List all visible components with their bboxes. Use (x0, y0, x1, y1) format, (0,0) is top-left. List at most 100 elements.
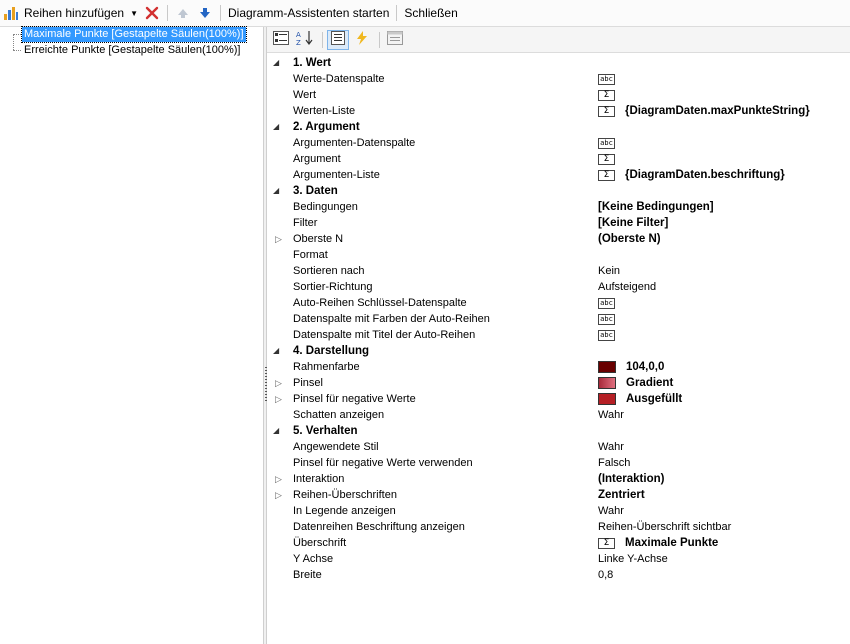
property-value[interactable]: abc (598, 295, 625, 311)
events-view-button[interactable] (351, 30, 373, 50)
property-value[interactable]: Wahr (598, 439, 624, 455)
sigma-expression-icon[interactable]: Σ (598, 169, 615, 181)
abc-column-icon[interactable]: abc (598, 137, 615, 149)
property-row-pinsel-fur-negative-werte[interactable]: ▷ Pinsel für negative Werte Ausgefüllt (267, 391, 850, 407)
property-value[interactable]: Σ {DiagramDaten.beschriftung} (598, 167, 785, 183)
add-series-dropdown[interactable]: ▼ (127, 3, 141, 23)
category-3-daten[interactable]: ◢ 3. Daten (267, 183, 850, 199)
sigma-expression-icon[interactable]: Σ (598, 153, 615, 165)
property-value[interactable]: Wahr (598, 503, 624, 519)
property-row-argumenten-liste[interactable]: Argumenten-Liste Σ {DiagramDaten.beschrift… (267, 167, 850, 183)
property-value[interactable]: (Interaktion) (598, 471, 664, 487)
expand-arrow-icon[interactable]: ▷ (275, 231, 282, 247)
start-wizard-button[interactable]: Diagramm-Assistenten starten (225, 3, 392, 23)
property-row-uberschrift[interactable]: Überschrift Σ Maximale Punkte (267, 535, 850, 551)
expand-arrow-icon[interactable]: ▷ (275, 391, 282, 407)
abc-column-icon[interactable]: abc (598, 297, 615, 309)
move-down-button[interactable] (194, 3, 216, 23)
property-value-text: Wahr (598, 505, 624, 517)
property-value[interactable]: Zentriert (598, 487, 645, 503)
property-row-schatten-anzeigen[interactable]: Schatten anzeigen Wahr (267, 407, 850, 423)
property-row-wert[interactable]: Wert Σ (267, 87, 850, 103)
toolbar-separator (396, 5, 398, 21)
property-value[interactable]: Kein (598, 263, 620, 279)
property-row-interaktion[interactable]: ▷ Interaktion (Interaktion) (267, 471, 850, 487)
property-row-filter[interactable]: Filter [Keine Filter] (267, 215, 850, 231)
add-series-button[interactable]: Reihen hinzufügen (0, 3, 127, 23)
property-row-datenspalte-mit-titel-der-auto-reihen[interactable]: Datenspalte mit Titel der Auto-Reihen abc (267, 327, 850, 343)
abc-column-icon[interactable]: abc (598, 329, 615, 341)
property-value[interactable]: Σ {DiagramDaten.maxPunkteString} (598, 103, 810, 119)
property-row-sortier-richtung[interactable]: Sortier-Richtung Aufsteigend (267, 279, 850, 295)
category-2-argument[interactable]: ◢ 2. Argument (267, 119, 850, 135)
abc-column-icon[interactable]: abc (598, 313, 615, 325)
property-value-text: Ausgefüllt (626, 393, 683, 405)
categorized-view-button[interactable] (270, 30, 292, 50)
property-value[interactable]: abc (598, 135, 625, 151)
sigma-expression-icon[interactable]: Σ (598, 537, 615, 549)
property-row-sortieren-nach[interactable]: Sortieren nach Kein (267, 263, 850, 279)
property-row-oberste-n[interactable]: ▷ Oberste N (Oberste N) (267, 231, 850, 247)
property-value[interactable]: 0,8 (598, 567, 613, 583)
property-value[interactable]: abc (598, 71, 625, 87)
close-button[interactable]: Schließen (401, 3, 460, 23)
category-1-wert[interactable]: ◢ 1. Wert (267, 55, 850, 71)
category-5-verhalten[interactable]: ◢ 5. Verhalten (267, 423, 850, 439)
collapse-triangle-icon[interactable]: ◢ (273, 55, 279, 71)
property-value[interactable]: Aufsteigend (598, 279, 656, 295)
property-value[interactable]: Gradient (598, 375, 673, 391)
expand-arrow-icon[interactable]: ▷ (275, 487, 282, 503)
property-row-werte-datenspalte[interactable]: Werte-Datenspalte abc (267, 71, 850, 87)
abc-column-icon[interactable]: abc (598, 73, 615, 85)
property-value[interactable]: abc (598, 327, 625, 343)
property-row-y-achse[interactable]: Y Achse Linke Y-Achse (267, 551, 850, 567)
property-value[interactable]: [Keine Filter] (598, 215, 668, 231)
property-value[interactable]: Ausgefüllt (598, 391, 682, 407)
property-row-angewendete-stil[interactable]: Angewendete Stil Wahr (267, 439, 850, 455)
property-row-pinsel-fur-negative-werte-verwenden[interactable]: Pinsel für negative Werte verwenden Falsc… (267, 455, 850, 471)
tree-item-maximale-punkte[interactable]: Maximale Punkte [Gestapelte Säulen(100%)… (21, 26, 247, 43)
property-value[interactable]: Σ (598, 87, 625, 103)
property-value[interactable]: (Oberste N) (598, 231, 661, 247)
property-value[interactable]: Falsch (598, 455, 630, 471)
property-row-rahmenfarbe[interactable]: Rahmenfarbe 104,0,0 (267, 359, 850, 375)
property-value[interactable]: 104,0,0 (598, 359, 664, 375)
category-4-darstellung[interactable]: ◢ 4. Darstellung (267, 343, 850, 359)
expand-arrow-icon[interactable]: ▷ (275, 471, 282, 487)
property-value[interactable]: Reihen-Überschrift sichtbar (598, 519, 731, 535)
sigma-expression-icon[interactable]: Σ (598, 89, 615, 101)
property-value[interactable]: Wahr (598, 407, 624, 423)
color-swatch[interactable] (598, 393, 616, 405)
property-row-argument[interactable]: Argument Σ (267, 151, 850, 167)
property-row-auto-reihen-schlussel-datenspalte[interactable]: Auto-Reihen Schlüssel-Datenspalte abc (267, 295, 850, 311)
color-swatch[interactable] (598, 361, 616, 373)
property-row-werten-liste[interactable]: Werten-Liste Σ {DiagramDaten.maxPunkteStri… (267, 103, 850, 119)
collapse-triangle-icon[interactable]: ◢ (273, 119, 279, 135)
property-row-reihen-uberschriften[interactable]: ▷ Reihen-Überschriften Zentriert (267, 487, 850, 503)
property-row-pinsel[interactable]: ▷ Pinsel Gradient (267, 375, 850, 391)
tree-item-erreichte-punkte[interactable]: Erreichte Punkte [Gestapelte Säulen(100%… (22, 43, 242, 58)
property-pages-button[interactable] (384, 30, 406, 50)
collapse-triangle-icon[interactable]: ◢ (273, 183, 279, 199)
property-value[interactable]: Σ (598, 151, 625, 167)
properties-view-button[interactable] (327, 29, 349, 50)
delete-series-button[interactable] (141, 3, 163, 23)
property-row-breite[interactable]: Breite 0,8 (267, 567, 850, 583)
property-row-datenspalte-mit-farben-der-auto-reihen[interactable]: Datenspalte mit Farben der Auto-Reihen ab… (267, 311, 850, 327)
property-value[interactable]: abc (598, 311, 625, 327)
expand-arrow-icon[interactable]: ▷ (275, 375, 282, 391)
property-value[interactable]: Linke Y-Achse (598, 551, 668, 567)
property-value[interactable]: Σ Maximale Punkte (598, 535, 718, 551)
color-swatch[interactable] (598, 377, 616, 389)
alphabetical-sort-button[interactable]: A Z (294, 30, 316, 50)
property-row-format[interactable]: Format (267, 247, 850, 263)
property-row-bedingungen[interactable]: Bedingungen [Keine Bedingungen] (267, 199, 850, 215)
collapse-triangle-icon[interactable]: ◢ (273, 423, 279, 439)
collapse-triangle-icon[interactable]: ◢ (273, 343, 279, 359)
property-value[interactable]: [Keine Bedingungen] (598, 199, 714, 215)
sigma-expression-icon[interactable]: Σ (598, 105, 615, 117)
move-up-button[interactable] (172, 3, 194, 23)
property-row-datenreihen-beschriftung-anzeigen[interactable]: Datenreihen Beschriftung anzeigen Reihen-… (267, 519, 850, 535)
property-row-argumenten-datenspalte[interactable]: Argumenten-Datenspalte abc (267, 135, 850, 151)
property-row-in-legende-anzeigen[interactable]: In Legende anzeigen Wahr (267, 503, 850, 519)
